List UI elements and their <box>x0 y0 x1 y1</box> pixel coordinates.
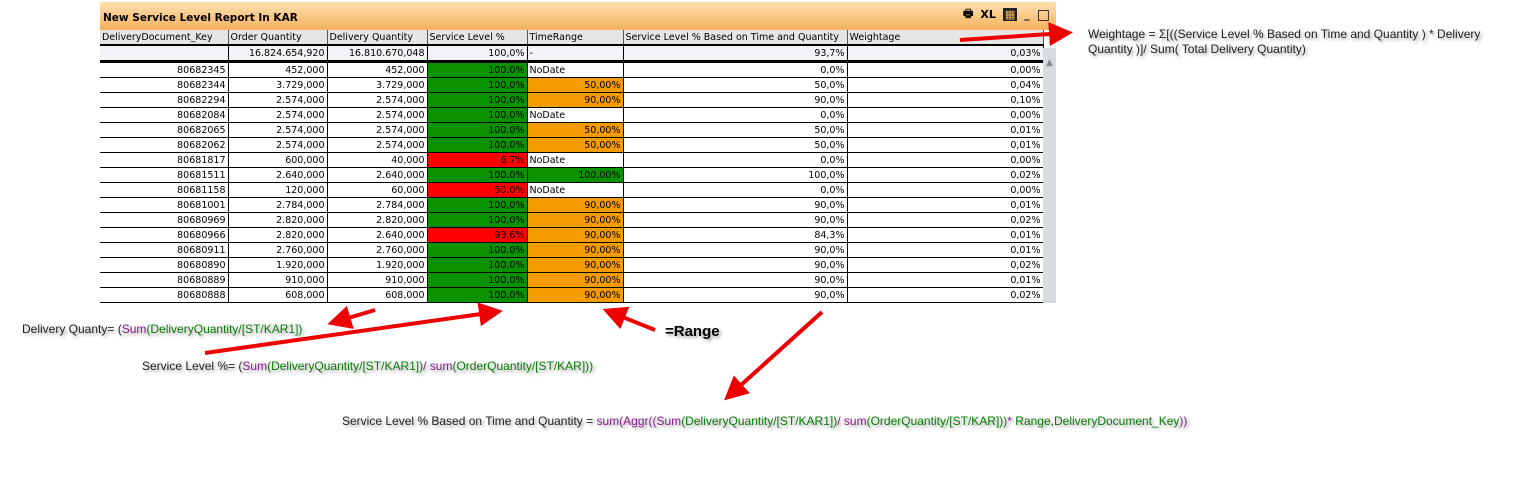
arrow-delivery <box>327 305 376 329</box>
weightage-formula: Weightage = Σ[((Service Level % Based on… <box>1088 27 1480 57</box>
formula-segment: Sum <box>656 414 682 428</box>
service-level-formula: Service Level %= (Sum(DeliveryQuantity/[… <box>142 359 593 373</box>
weightage-formula-line: Weightage = Σ[((Service Level % Based on… <box>1088 27 1481 41</box>
formula-segment: Sum <box>242 359 268 373</box>
formula-segment: / sum <box>423 359 453 373</box>
formula-segment: Sum <box>121 322 147 336</box>
service-level-based-formula: Service Level % Based on Time and Quanti… <box>342 414 1187 428</box>
range-label: =Range <box>665 323 720 340</box>
formula-segment: (OrderQuantity/[ST/KAR])) <box>866 414 1008 428</box>
formula-segment: Service Level % Based on Time and Quanti… <box>342 414 597 428</box>
formula-segment: (DeliveryQuantity/[ST/KAR1]) <box>146 322 303 336</box>
arrow-based <box>724 310 824 401</box>
formula-segment: Range,DeliveryDocument_Key <box>1015 414 1180 428</box>
formula-segment: (OrderQuantity/[ST/KAR])) <box>452 359 594 373</box>
arrow-range <box>602 306 656 332</box>
delivery-quantity-formula: Delivery Quanty= (Sum(DeliveryQuantity/[… <box>22 322 302 336</box>
formula-segment: )) <box>1179 414 1188 428</box>
weightage-formula-line: Quantity )]/ Sum( Total Delivery Quantit… <box>1088 42 1306 56</box>
arrow-weightage <box>959 22 1073 47</box>
formula-segment: Service Level %= ( <box>142 359 243 373</box>
formula-segment: (DeliveryQuantity/[ST/KAR1]) <box>267 359 424 373</box>
formula-segment: sum(Aggr(( <box>596 414 657 428</box>
formula-segment: Delivery Quanty= ( <box>22 322 122 336</box>
formula-segment: (DeliveryQuantity/[ST/KAR1]) <box>681 414 838 428</box>
formula-segment: / sum <box>837 414 867 428</box>
